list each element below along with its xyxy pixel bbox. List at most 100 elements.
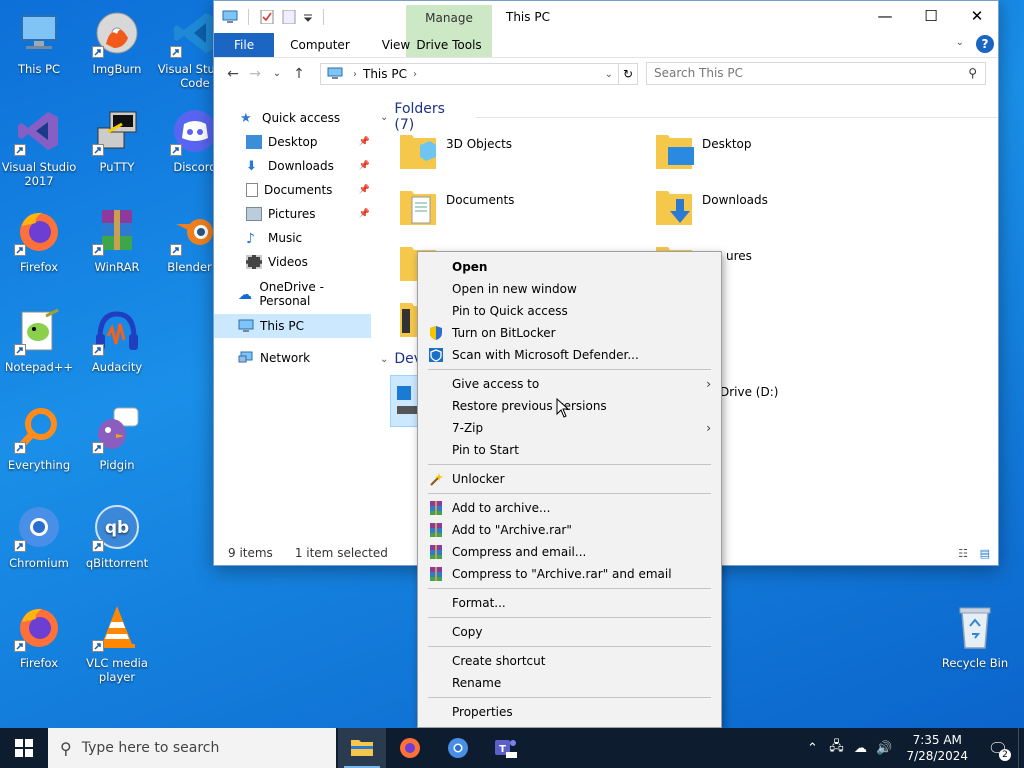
- nav-quick-access[interactable]: ★ Quick access: [214, 106, 374, 130]
- navigation-pane: ★ Quick access Desktop 📌 ⬇ Downloads 📌 D…: [214, 97, 374, 537]
- start-button[interactable]: [0, 728, 48, 768]
- folder-documents[interactable]: Documents: [398, 185, 638, 237]
- large-icons-view-icon[interactable]: ▤: [980, 547, 990, 560]
- forward-button[interactable]: →: [244, 66, 266, 82]
- close-button[interactable]: ✕: [954, 1, 998, 33]
- nav-network[interactable]: Network: [214, 346, 374, 370]
- nav-pictures[interactable]: Pictures 📌: [214, 202, 374, 226]
- folder-downloads[interactable]: Downloads: [654, 185, 894, 237]
- pin-icon[interactable]: 📌: [359, 161, 370, 171]
- context-menu: Open Open in new window Pin to Quick acc…: [417, 251, 722, 728]
- up-button[interactable]: ↑: [288, 66, 310, 82]
- desktop-icon-everything[interactable]: Everything: [0, 404, 78, 472]
- volume-icon[interactable]: 🔊: [872, 741, 896, 756]
- menu-properties[interactable]: Properties: [418, 701, 721, 723]
- desktop-icon-imgburn[interactable]: ImgBurn: [78, 8, 156, 76]
- breadcrumb-chevron-icon[interactable]: ›: [413, 69, 417, 80]
- menu-format[interactable]: Format...: [418, 592, 721, 614]
- taskbar-firefox[interactable]: [386, 728, 434, 768]
- menu-open-new-window[interactable]: Open in new window: [418, 278, 721, 300]
- desktop-icon-winrar[interactable]: WinRAR: [78, 206, 156, 274]
- desktop-icon-recycle-bin[interactable]: Recycle Bin: [936, 602, 1014, 670]
- download-arrow-icon: ⬇: [246, 159, 257, 174]
- desktop-icon-qbittorrent[interactable]: qb qBittorrent: [78, 502, 156, 570]
- taskbar-teams[interactable]: T: [482, 728, 530, 768]
- folder-3d-objects[interactable]: 3D Objects: [398, 129, 638, 181]
- nav-onedrive[interactable]: ☁ OneDrive - Personal: [214, 280, 374, 308]
- menu-create-shortcut[interactable]: Create shortcut: [418, 650, 721, 672]
- notification-center-button[interactable]: 🗨 2: [978, 728, 1018, 768]
- tab-file[interactable]: File: [214, 33, 275, 57]
- drive-d-label[interactable]: Drive (D:): [720, 385, 778, 399]
- properties-icon[interactable]: [259, 9, 275, 25]
- pin-icon[interactable]: 📌: [359, 137, 370, 147]
- menu-pin-start[interactable]: Pin to Start: [418, 439, 721, 461]
- search-input[interactable]: Search This PC ⚲: [646, 62, 986, 85]
- manage-tab-label[interactable]: Manage: [406, 11, 492, 25]
- customize-toolbar-icon[interactable]: [303, 10, 313, 24]
- pin-icon[interactable]: 📌: [359, 185, 370, 195]
- network-icon[interactable]: 🖧: [824, 737, 848, 759]
- nav-downloads[interactable]: ⬇ Downloads 📌: [214, 154, 374, 178]
- desktop-icon-vlc[interactable]: VLC media player: [78, 602, 156, 684]
- taskbar-search-box[interactable]: ⚲ Type here to search: [48, 728, 336, 768]
- refresh-button[interactable]: ↻: [618, 63, 638, 85]
- tab-drive-tools[interactable]: Drive Tools: [406, 33, 492, 57]
- taskbar-chromium[interactable]: [434, 728, 482, 768]
- desktop-icon-putty[interactable]: PuTTY: [78, 106, 156, 174]
- desktop-icon-label: Firefox: [19, 260, 59, 274]
- menu-add-archive[interactable]: Add to archive...: [418, 497, 721, 519]
- desktop-icon-firefox[interactable]: Firefox: [0, 206, 78, 274]
- submenu-arrow-icon: ›: [706, 377, 711, 391]
- devices-group-header[interactable]: ⌄ Dev: [380, 351, 422, 367]
- folder-desktop[interactable]: Desktop: [654, 129, 894, 181]
- nav-desktop[interactable]: Desktop 📌: [214, 130, 374, 154]
- svg-text:T: T: [499, 744, 506, 755]
- menu-rename[interactable]: Rename: [418, 672, 721, 694]
- tab-computer[interactable]: Computer: [274, 33, 366, 57]
- nav-videos[interactable]: Videos: [214, 250, 374, 274]
- address-bar[interactable]: › This PC › ⌄ ↻: [320, 63, 638, 85]
- menu-compress-email[interactable]: Compress and email...: [418, 541, 721, 563]
- minimize-button[interactable]: —: [862, 1, 908, 33]
- details-view-icon[interactable]: ☷: [958, 547, 968, 560]
- new-folder-icon[interactable]: [281, 9, 297, 25]
- taskbar-file-explorer[interactable]: [338, 728, 386, 768]
- nav-music[interactable]: ♪ Music: [214, 226, 374, 250]
- menu-give-access[interactable]: Give access to ›: [418, 373, 721, 395]
- maximize-button[interactable]: ☐: [908, 1, 954, 33]
- desktop-icon-visual-studio-2017[interactable]: Visual Studio 2017: [0, 106, 78, 188]
- nav-this-pc[interactable]: This PC: [214, 314, 371, 338]
- menu-copy[interactable]: Copy: [418, 621, 721, 643]
- onedrive-cloud-icon[interactable]: ☁: [848, 741, 872, 756]
- menu-add-archive-rar[interactable]: Add to "Archive.rar": [418, 519, 721, 541]
- desktop-icon-pidgin[interactable]: Pidgin: [78, 404, 156, 472]
- breadcrumb-this-pc[interactable]: This PC: [363, 67, 407, 81]
- clock[interactable]: 7:35 AM 7/28/2024: [896, 732, 978, 764]
- star-icon: ★: [240, 111, 252, 126]
- recent-locations-button[interactable]: ⌄: [266, 68, 288, 79]
- collapse-chevron-icon[interactable]: ⌄: [380, 354, 388, 365]
- address-dropdown-icon[interactable]: ⌄: [605, 69, 613, 80]
- help-icon[interactable]: ?: [976, 35, 994, 53]
- menu-compress-rar-email[interactable]: Compress to "Archive.rar" and email: [418, 563, 721, 585]
- collapse-chevron-icon[interactable]: ⌄: [380, 112, 388, 123]
- show-hidden-icons-chevron[interactable]: ⌃: [800, 741, 824, 756]
- desktop-icon-this-pc[interactable]: This PC: [0, 8, 78, 76]
- menu-pin-quick-access[interactable]: Pin to Quick access: [418, 300, 721, 322]
- show-desktop-button[interactable]: [1018, 728, 1024, 768]
- menu-defender-scan[interactable]: Scan with Microsoft Defender...: [418, 344, 721, 366]
- nav-documents[interactable]: Documents 📌: [214, 178, 374, 202]
- menu-open[interactable]: Open: [418, 256, 721, 278]
- desktop-icon-audacity[interactable]: Audacity: [78, 306, 156, 374]
- menu-unlocker[interactable]: Unlocker: [418, 468, 721, 490]
- desktop-icon-firefox-2[interactable]: Firefox: [0, 602, 78, 670]
- menu-bitlocker[interactable]: Turn on BitLocker: [418, 322, 721, 344]
- winrar-icon: [428, 544, 444, 560]
- back-button[interactable]: ←: [222, 66, 244, 82]
- desktop-icon-chromium[interactable]: Chromium: [0, 502, 78, 570]
- pin-icon[interactable]: 📌: [359, 209, 370, 219]
- ribbon-expand-icon[interactable]: ⌄: [956, 37, 964, 48]
- desktop-icon-notepad-plus-plus[interactable]: Notepad++: [0, 306, 78, 374]
- breadcrumb-chevron-icon[interactable]: ›: [353, 69, 357, 80]
